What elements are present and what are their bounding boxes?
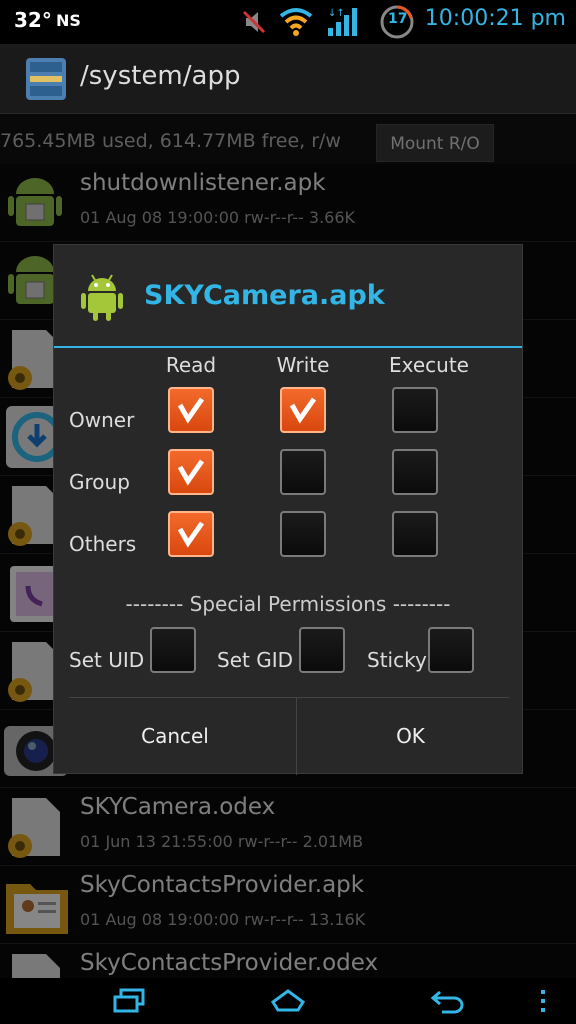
column-header-write: Write <box>276 353 330 377</box>
recent-apps-icon[interactable] <box>112 988 146 1018</box>
mute-icon <box>240 4 270 44</box>
file-manager-icon[interactable] <box>22 54 70 104</box>
cancel-button[interactable]: Cancel <box>54 698 296 775</box>
clock-text: 10:00:21 pm <box>424 6 566 31</box>
network-label: NS <box>56 11 81 30</box>
sticky-checkbox[interactable] <box>428 627 474 673</box>
others-execute-checkbox[interactable] <box>392 511 438 557</box>
owner-read-checkbox[interactable] <box>168 387 214 433</box>
home-icon[interactable] <box>270 988 306 1018</box>
set-gid-checkbox[interactable] <box>299 627 345 673</box>
android-icon <box>80 271 124 323</box>
sticky-label: Sticky <box>367 648 427 672</box>
column-header-read: Read <box>165 353 217 377</box>
ok-button[interactable]: OK <box>297 698 524 775</box>
special-permissions-heading: -------- Special Permissions -------- <box>125 592 451 616</box>
dialog-title: SKYCamera.apk <box>144 280 385 311</box>
svg-text:↓↑: ↓↑ <box>328 8 345 19</box>
signal-icon: ↓↑ <box>326 4 360 44</box>
set-uid-label: Set UID <box>69 648 145 672</box>
row-label-owner: Owner <box>69 408 135 432</box>
dialog-header: SKYCamera.apk <box>54 245 522 348</box>
page-title: /system/app <box>80 61 241 91</box>
others-read-checkbox[interactable] <box>168 511 214 557</box>
column-header-execute: Execute <box>389 353 469 377</box>
navigation-bar <box>0 978 576 1024</box>
row-label-group: Group <box>69 470 130 494</box>
row-label-others: Others <box>69 532 137 556</box>
group-execute-checkbox[interactable] <box>392 449 438 495</box>
back-icon[interactable] <box>430 988 466 1018</box>
owner-write-checkbox[interactable] <box>280 387 326 433</box>
group-write-checkbox[interactable] <box>280 449 326 495</box>
permissions-dialog: SKYCamera.apk Read Write Execute Owner G… <box>53 244 524 775</box>
status-bar: 32° NS ↓↑ 17 10:00:21 pm <box>0 0 576 44</box>
menu-icon[interactable] <box>538 988 548 1018</box>
group-read-checkbox[interactable] <box>168 449 214 495</box>
set-gid-label: Set GID <box>217 648 293 672</box>
set-uid-checkbox[interactable] <box>150 627 196 673</box>
wifi-icon <box>278 4 314 44</box>
temperature-text: 32° <box>14 8 52 32</box>
others-write-checkbox[interactable] <box>280 511 326 557</box>
title-bar: /system/app <box>0 44 576 114</box>
notification-count: 17 <box>388 11 408 27</box>
owner-execute-checkbox[interactable] <box>392 387 438 433</box>
